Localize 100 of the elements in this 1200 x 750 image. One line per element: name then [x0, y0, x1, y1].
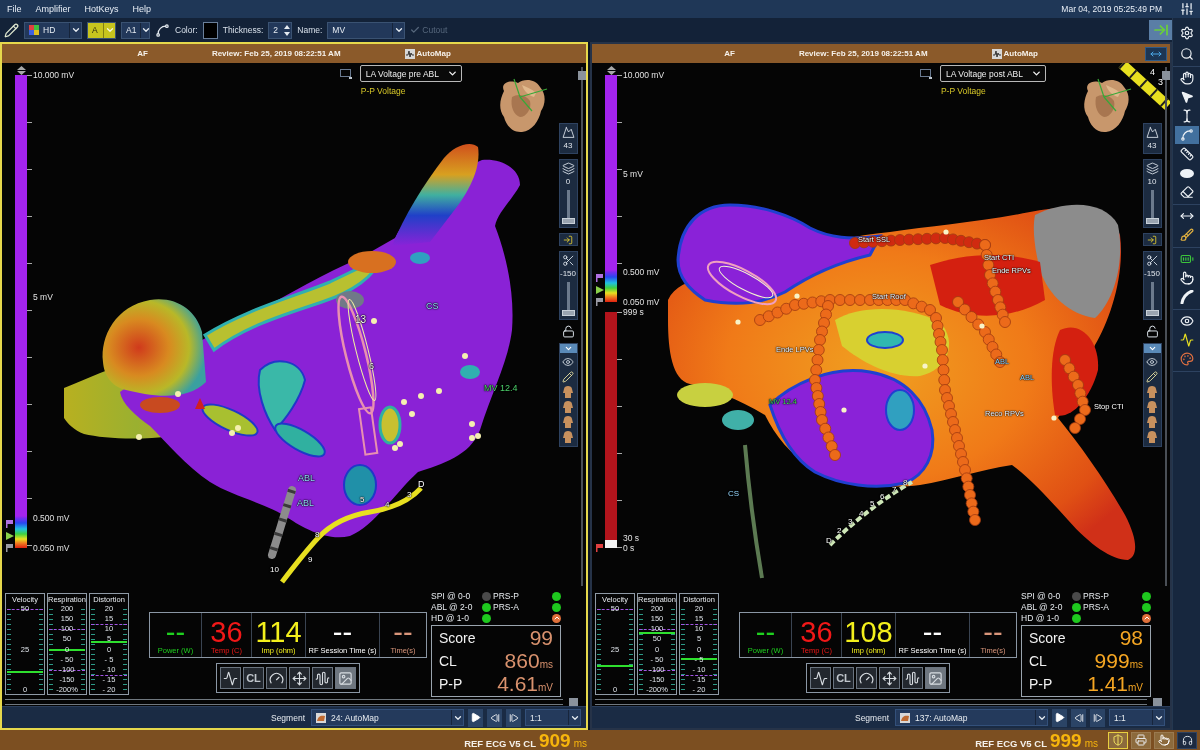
- pointer-triangle-icon[interactable]: [595, 286, 604, 294]
- layers-icon[interactable]: [1145, 162, 1159, 175]
- slider-thumb[interactable]: [1145, 218, 1159, 224]
- step-back-icon: [1073, 712, 1084, 723]
- mountain-icon[interactable]: [1145, 126, 1159, 139]
- collapse-tab[interactable]: [1143, 344, 1161, 353]
- view-toggle-button[interactable]: [335, 667, 356, 689]
- mountain-icon[interactable]: [561, 126, 575, 139]
- curve-icon[interactable]: [155, 22, 170, 38]
- range-arrows-icon[interactable]: [15, 66, 27, 75]
- map-type-dropdown[interactable]: HD: [24, 21, 82, 39]
- torso-view-icon[interactable]: [1146, 431, 1158, 443]
- torso-view-icon[interactable]: [562, 386, 574, 398]
- torso-view-icon[interactable]: [562, 431, 574, 443]
- step-back-button[interactable]: [1071, 708, 1086, 727]
- slider-thumb[interactable]: [561, 218, 575, 224]
- scale-label: 10.000 mV: [33, 70, 75, 80]
- pencil-icon[interactable]: [1146, 371, 1158, 383]
- segment-dropdown[interactable]: 24: AutoMap: [311, 709, 464, 726]
- thickness-spinner[interactable]: 2: [268, 21, 293, 39]
- slider-track[interactable]: [561, 190, 575, 224]
- range-flag-icon[interactable]: [6, 520, 13, 528]
- view-toggle-button[interactable]: CL: [243, 667, 264, 689]
- step-back-button[interactable]: [487, 708, 502, 727]
- range-arrows-icon[interactable]: [605, 66, 617, 75]
- play-button[interactable]: [468, 708, 483, 727]
- pin-button[interactable]: [1142, 233, 1162, 246]
- collapse-tab[interactable]: [559, 344, 577, 353]
- view-toggle-button[interactable]: [856, 667, 877, 689]
- channel-dropdown[interactable]: A: [87, 21, 116, 39]
- view-toggle-button[interactable]: CL: [833, 667, 854, 689]
- expand-button[interactable]: [1145, 46, 1167, 61]
- view-toggle-button[interactable]: [266, 667, 287, 689]
- touch-button[interactable]: [1154, 731, 1174, 749]
- torso-view-icon[interactable]: [1146, 401, 1158, 413]
- screen-icon[interactable]: [919, 68, 932, 79]
- alert-icon[interactable]: [1142, 613, 1151, 623]
- limit-line: [681, 674, 717, 676]
- slider-thumb[interactable]: [561, 310, 575, 316]
- tool-button[interactable]: [1174, 126, 1199, 144]
- menu-item[interactable]: File: [6, 3, 23, 15]
- eye-icon[interactable]: [562, 356, 574, 368]
- scroll-thumb[interactable]: [1153, 698, 1162, 706]
- play-button[interactable]: [1052, 708, 1067, 727]
- color-swatch[interactable]: [202, 21, 218, 39]
- screen-icon[interactable]: [339, 68, 352, 79]
- view-toggle-button[interactable]: [312, 667, 333, 689]
- scroll-thumb[interactable]: [578, 71, 586, 80]
- scroll-thumb[interactable]: [569, 698, 578, 706]
- unlock-icon[interactable]: [1145, 325, 1159, 338]
- menu-item[interactable]: Help: [131, 3, 153, 15]
- sliders-icon[interactable]: [1180, 2, 1194, 16]
- view-toggle-button[interactable]: [879, 667, 900, 689]
- map-layer-dropdown[interactable]: LA Voltage pre ABL: [359, 65, 462, 82]
- torso-view-icon[interactable]: [562, 416, 574, 428]
- view-toggle-button[interactable]: [810, 667, 831, 689]
- map-layer-dropdown[interactable]: LA Voltage post ABL: [939, 65, 1046, 82]
- slider-track[interactable]: [1145, 190, 1159, 224]
- limit-line: [91, 674, 127, 676]
- eye-icon[interactable]: [1146, 356, 1158, 368]
- name-dropdown[interactable]: MV: [327, 21, 406, 39]
- view-toggle-button[interactable]: [902, 667, 923, 689]
- printer-button[interactable]: [1131, 731, 1151, 749]
- step-forward-button[interactable]: [1090, 708, 1105, 727]
- step-forward-button[interactable]: [506, 708, 521, 727]
- spinner-arrows-icon[interactable]: [284, 23, 291, 37]
- sub-channel-dropdown[interactable]: A1: [121, 21, 150, 39]
- scroll-thumb[interactable]: [1162, 71, 1170, 80]
- view-toggle-button[interactable]: [289, 667, 310, 689]
- view-toggle-button[interactable]: [220, 667, 241, 689]
- pointer-triangle-icon[interactable]: [5, 532, 14, 540]
- menu-item[interactable]: Amplifier: [34, 3, 72, 15]
- layers-icon[interactable]: [561, 162, 575, 175]
- pin-button[interactable]: [558, 233, 578, 246]
- playback-speed-dropdown[interactable]: 1:1: [1109, 709, 1165, 726]
- alert-icon[interactable]: [552, 613, 561, 623]
- headset-button[interactable]: [1177, 731, 1197, 749]
- view-toggle-button[interactable]: [925, 667, 946, 689]
- scissors-icon[interactable]: [561, 254, 575, 267]
- segment-dropdown[interactable]: 137: AutoMap: [895, 709, 1048, 726]
- playback-speed-dropdown[interactable]: 1:1: [525, 709, 581, 726]
- shield-button[interactable]: [1108, 731, 1128, 749]
- pencil-icon[interactable]: [4, 22, 19, 38]
- slider-thumb[interactable]: [1145, 310, 1159, 316]
- unlock-icon[interactable]: [561, 325, 575, 338]
- slider-track[interactable]: [1145, 282, 1159, 316]
- torso-view-icon[interactable]: [562, 401, 574, 413]
- torso-view-icon[interactable]: [1146, 416, 1158, 428]
- range-flag-icon[interactable]: [596, 274, 603, 282]
- torso-view-icon[interactable]: [1146, 386, 1158, 398]
- pencil-icon[interactable]: [562, 371, 574, 383]
- review-timestamp: Review: Feb 25, 2019 08:22:51 AM: [798, 49, 928, 58]
- range-flag-icon[interactable]: [596, 544, 603, 552]
- range-flag-icon[interactable]: [6, 544, 13, 552]
- menu-item[interactable]: HotKeys: [83, 3, 120, 15]
- scissors-icon[interactable]: [1145, 254, 1159, 267]
- slider-track[interactable]: [561, 282, 575, 316]
- range-flag-icon[interactable]: [596, 298, 603, 306]
- score-label: P-P: [1029, 675, 1054, 692]
- map-label: ABL: [297, 499, 314, 509]
